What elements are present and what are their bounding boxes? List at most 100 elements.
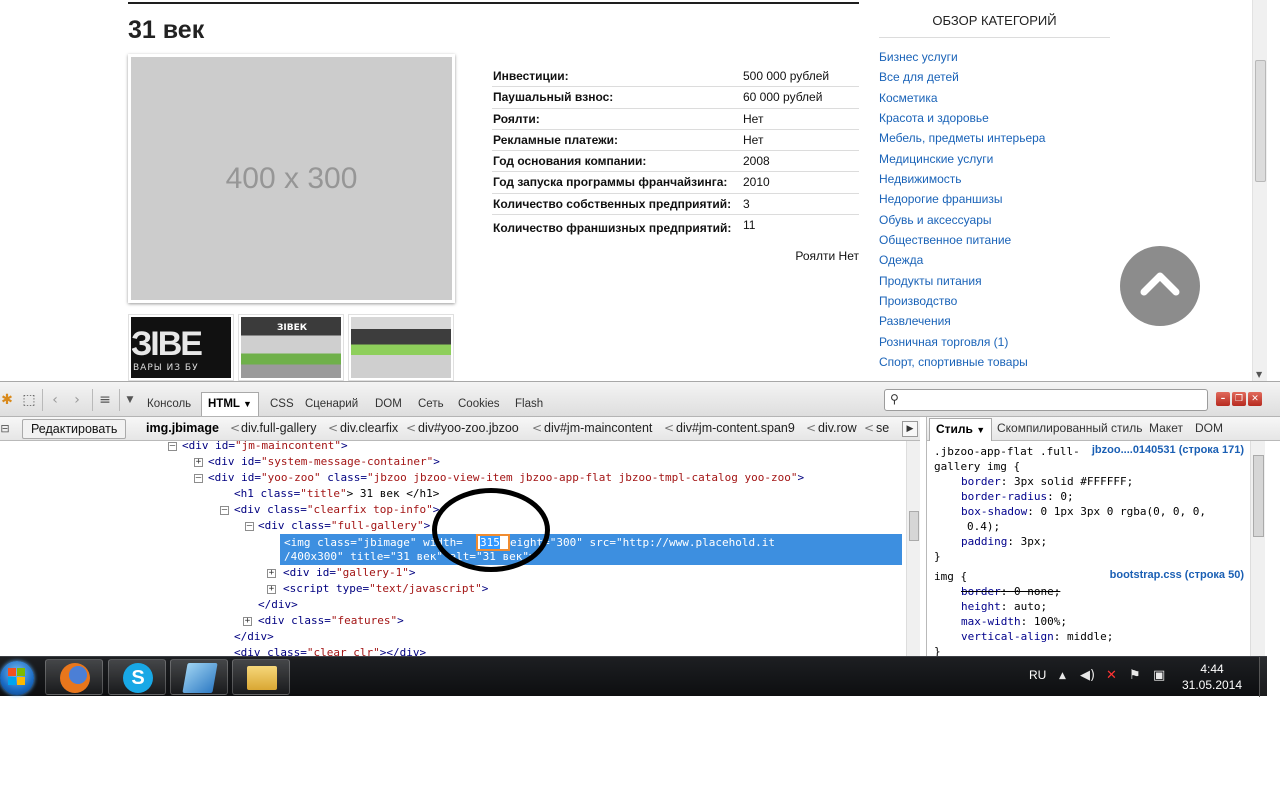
css-source-link[interactable]: bootstrap.css (строка 50) xyxy=(1110,569,1244,581)
category-link[interactable]: Бизнес услуги xyxy=(879,50,1110,70)
expand-toggle-icon[interactable]: + xyxy=(243,617,252,626)
category-link[interactable]: Спорт, спортивные товары xyxy=(879,355,1110,375)
collapse-toggle-icon[interactable]: – xyxy=(168,442,177,451)
breadcrumb-item[interactable]: div#jm-maincontent xyxy=(544,421,652,435)
css-property-overridden[interactable]: border: 0 none; xyxy=(961,584,1060,599)
css-property[interactable]: max-width: 100%; xyxy=(961,614,1067,629)
css-property[interactable]: vertical-align: middle; xyxy=(961,629,1113,644)
tree-node[interactable]: <div id="yoo-zoo" class="jbzoo jbzoo-vie… xyxy=(208,470,804,486)
breadcrumb-item[interactable]: div.full-gallery xyxy=(241,421,317,435)
menu-lines-icon[interactable]: ≡ xyxy=(96,391,114,409)
tree-node[interactable]: </div> xyxy=(234,629,274,645)
taskbar-skype[interactable]: S xyxy=(108,659,166,695)
tree-node[interactable]: <div class="clear clr"></div> xyxy=(234,645,426,656)
breadcrumb-item[interactable]: div.clearfix xyxy=(340,421,398,435)
gallery-thumb-3[interactable] xyxy=(348,314,454,381)
breadcrumb-item[interactable]: img.jbimage xyxy=(146,421,219,435)
tree-node[interactable]: <h1 class="title"> 31 век </h1> xyxy=(234,486,439,502)
tree-node[interactable]: <div id="jm-maincontent"> xyxy=(182,441,348,454)
tab-script[interactable]: Сценарий xyxy=(305,393,358,415)
tab-flash[interactable]: Flash xyxy=(515,393,543,415)
selected-tree-node[interactable]: <img class="jbimage" width= height="300"… xyxy=(280,534,902,565)
page-scrollbar[interactable]: ▼ xyxy=(1252,0,1267,381)
category-link[interactable]: Общественное питание xyxy=(879,233,1110,253)
tab-net[interactable]: Сеть xyxy=(418,393,444,415)
css-property[interactable]: border: 3px solid #FFFFFF; xyxy=(961,474,1133,489)
css-source-link[interactable]: jbzoo....0140531 (строка 171) xyxy=(1092,444,1244,456)
breadcrumb-item[interactable]: div#jm-content.span9 xyxy=(676,421,795,435)
category-link[interactable]: Недорогие франшизы xyxy=(879,192,1110,212)
gallery-thumb-2[interactable]: ЗIВЕК xyxy=(238,314,344,381)
category-link[interactable]: Розничная торговля (1) xyxy=(879,335,1110,355)
network-icon[interactable]: ▣ xyxy=(1153,669,1165,683)
update-warning-icon[interactable]: ⚑ xyxy=(1129,669,1141,683)
forward-icon[interactable]: › xyxy=(68,391,86,409)
scrollbar-thumb[interactable] xyxy=(1253,455,1264,537)
category-link[interactable]: Медицинские услуги xyxy=(879,152,1110,172)
tree-node[interactable]: </div> xyxy=(258,597,298,613)
clock[interactable]: 4:44 31.05.2014 xyxy=(1180,661,1244,693)
css-property[interactable]: border-radius: 0; xyxy=(961,489,1074,504)
inspect-icon[interactable]: ⬚ xyxy=(20,391,38,409)
back-icon[interactable]: ‹ xyxy=(46,391,64,409)
category-link[interactable]: Красота и здоровье xyxy=(879,111,1110,131)
speaker-icon[interactable]: ◀) xyxy=(1080,669,1095,683)
gallery-thumb-1[interactable]: ЗIВЕ ВАРЫ ИЗ БУ xyxy=(128,314,234,381)
language-indicator[interactable]: RU xyxy=(1029,668,1046,682)
tree-node[interactable]: <div class="full-gallery"> xyxy=(258,518,430,534)
expand-panel-icon[interactable]: ⊟ xyxy=(0,420,14,438)
expand-toggle-icon[interactable]: + xyxy=(267,585,276,594)
firebug-bug-icon[interactable]: ✱ xyxy=(0,391,16,409)
close-icon[interactable]: ✕ xyxy=(1248,392,1262,406)
collapse-toggle-icon[interactable]: – xyxy=(194,474,203,483)
category-link[interactable]: Производство xyxy=(879,294,1110,314)
scrollbar-thumb[interactable] xyxy=(909,511,919,541)
category-link[interactable]: Развлечения xyxy=(879,314,1110,334)
breadcrumb-scroll-right-icon[interactable]: ▶ xyxy=(902,421,918,437)
category-link[interactable]: Обувь и аксессуары xyxy=(879,213,1110,233)
show-desktop-button[interactable] xyxy=(1259,657,1267,697)
css-property[interactable]: box-shadow: 0 1px 3px 0 rgba(0, 0, 0, xyxy=(961,504,1206,519)
tab-style[interactable]: Стиль ▼ xyxy=(929,418,993,441)
detach-icon[interactable]: ❐ xyxy=(1232,392,1246,406)
tab-dom[interactable]: DOM xyxy=(375,393,402,415)
tab-cookies[interactable]: Cookies xyxy=(458,393,500,415)
tree-node[interactable]: <div class="clearfix top-info"> xyxy=(234,502,439,518)
category-link[interactable]: Косметика xyxy=(879,91,1110,111)
tree-node[interactable]: <div id="system-message-container"> xyxy=(208,454,440,470)
scroll-down-arrow-icon[interactable]: ▼ xyxy=(1256,370,1262,379)
tab-computed-style[interactable]: Скомпилированный стиль xyxy=(997,421,1143,435)
tree-node[interactable]: <script type="text/javascript"> xyxy=(283,581,488,597)
breadcrumb-item[interactable]: se xyxy=(876,421,889,435)
tab-css[interactable]: CSS xyxy=(270,393,294,415)
tab-side-dom[interactable]: DOM xyxy=(1195,421,1223,435)
start-button[interactable] xyxy=(0,658,36,696)
taskbar-explorer[interactable] xyxy=(232,659,290,695)
expand-toggle-icon[interactable]: + xyxy=(267,569,276,578)
tree-node[interactable]: <div class="features"> xyxy=(258,613,404,629)
dropdown-arrow-icon[interactable]: ▼ xyxy=(121,391,139,409)
breadcrumb-item[interactable]: div#yoo-zoo.jbzoo xyxy=(418,421,519,435)
collapse-toggle-icon[interactable]: – xyxy=(245,522,254,531)
scrollbar-thumb[interactable] xyxy=(1255,60,1266,182)
collapse-toggle-icon[interactable]: – xyxy=(220,506,229,515)
scroll-to-top-button[interactable] xyxy=(1120,246,1200,326)
html-panel-scrollbar[interactable] xyxy=(906,441,920,656)
expand-toggle-icon[interactable]: + xyxy=(194,458,203,467)
category-link[interactable]: Все для детей xyxy=(879,70,1110,90)
main-image-placeholder[interactable]: 400 x 300 xyxy=(128,54,455,303)
speaker-muted-icon[interactable]: ✕ xyxy=(1106,669,1117,683)
taskbar-firefox[interactable] xyxy=(45,659,103,695)
tab-layout[interactable]: Макет xyxy=(1149,421,1183,435)
taskbar-notepad[interactable] xyxy=(170,659,228,695)
show-hidden-icons-icon[interactable]: ▲ xyxy=(1059,669,1066,683)
firebug-search-input[interactable]: ⚲ xyxy=(884,389,1208,411)
breadcrumb-item[interactable]: div.row xyxy=(818,421,857,435)
edit-button[interactable]: Редактировать xyxy=(22,419,127,439)
category-link[interactable]: Одежда xyxy=(879,253,1110,273)
tab-console[interactable]: Консоль xyxy=(147,393,191,415)
css-property[interactable]: padding: 3px; xyxy=(961,534,1047,549)
minimize-icon[interactable]: – xyxy=(1216,392,1230,406)
category-link[interactable]: Недвижимость xyxy=(879,172,1110,192)
category-link[interactable]: Продукты питания xyxy=(879,274,1110,294)
